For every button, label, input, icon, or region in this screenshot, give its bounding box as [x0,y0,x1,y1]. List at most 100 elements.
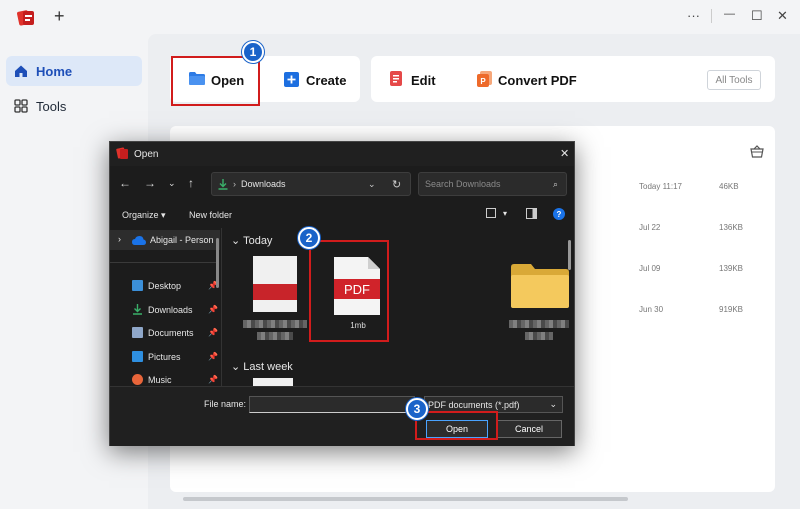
edit-icon [390,71,402,86]
blurred-filename [525,332,553,340]
plus-icon [284,72,299,87]
recent-size: 136KB [719,223,744,232]
search-input[interactable]: Search Downloads ⌕ [418,172,567,196]
create-tile[interactable]: Create [280,62,350,96]
nav-scrollbar[interactable] [216,238,219,288]
pin-icon: 📌 [208,305,218,314]
new-tab-button[interactable]: + [54,6,65,27]
recent-size: 46KB [719,182,739,191]
recent-locations-icon[interactable]: ⌄ [168,178,176,189]
navigation-pane: › Abigail - Person Desktop 📌 Downloads 📌… [110,228,222,386]
step-badge-3: 3 [406,398,428,420]
file-name-input[interactable] [249,396,415,413]
content-scrollbar[interactable] [568,240,571,270]
file-type-value: PDF documents (*.pdf) [428,399,520,410]
highlight-box-pdf-file [309,240,389,342]
nav-item-desktop[interactable]: Desktop 📌 [132,280,218,291]
app-logo-icon [17,10,34,26]
file-thumbnail-band [253,284,297,300]
highlight-box-open-button [415,411,498,440]
dialog-toolbar: Organize ▾ New folder ▾ ? [110,204,574,226]
app-logo-icon [116,147,128,159]
create-label: Create [306,73,347,88]
recent-date: Jul 09 [639,264,661,273]
section-last-week[interactable]: ⌄ Last week [231,360,293,373]
divider [110,262,216,263]
pictures-icon [132,351,143,362]
nav-user-item[interactable]: › Abigail - Person [110,230,220,250]
all-tools-button[interactable]: All Tools [707,70,761,90]
chevron-down-icon[interactable]: ⌄ [368,179,376,190]
nav-item-pictures[interactable]: Pictures 📌 [132,351,218,362]
convert-tile[interactable]: P Convert PDF [474,62,584,96]
convert-label: Convert PDF [498,73,577,88]
recent-date: Jun 30 [639,305,664,314]
address-bar[interactable]: › Downloads ⌄ ↻ [211,172,411,196]
download-icon [218,178,228,190]
step-badge-2: 2 [298,227,320,249]
dialog-close-button[interactable]: ✕ [560,147,569,160]
up-arrow-icon[interactable]: ↑ [188,176,194,190]
dialog-title: Open [134,149,159,160]
nav-item-label: Music [148,374,172,385]
dialog-nav-bar: ← → ⌄ ↑ › Downloads ⌄ ↻ Search Downloads… [110,170,574,200]
help-icon[interactable]: ? [553,208,565,220]
dialog-title-bar: Open ✕ [110,142,574,166]
dialog-footer: File name: PDF documents (*.pdf) ⌄ Open … [110,386,574,446]
close-button[interactable]: ✕ [777,8,788,24]
organize-button[interactable]: Organize ▾ [122,210,166,221]
desktop-icon [132,280,143,291]
recent-size: 919KB [719,305,744,314]
music-icon [132,374,143,385]
section-today[interactable]: ⌄ Today [231,234,272,247]
refresh-icon[interactable]: ↻ [392,178,401,191]
nav-item-documents[interactable]: Documents 📌 [132,327,218,338]
folder-item[interactable] [507,254,573,354]
more-options-button[interactable]: ··· [687,8,700,23]
file-list: ⌄ Today PDF 1mb ⌄ Last week [225,228,574,386]
nav-item-label: Downloads [148,304,193,315]
sidebar-item-tools[interactable]: Tools [6,91,142,121]
convert-icon: P [477,71,492,87]
new-folder-button[interactable]: New folder [189,210,232,220]
horizontal-scrollbar[interactable] [183,497,628,501]
recent-date: Jul 22 [639,223,661,232]
folder-icon [511,264,569,308]
view-options-icon[interactable]: ▾ [503,209,507,218]
edit-label: Edit [411,73,436,88]
pin-icon: 📌 [208,375,218,384]
maximize-button[interactable]: ☐ [751,8,763,24]
recent-size: 139KB [719,264,744,273]
section-label: Today [243,235,273,247]
sidebar-item-label: Home [36,63,73,79]
dialog-cancel-button[interactable]: Cancel [496,420,562,438]
view-icon[interactable] [486,208,496,218]
forward-arrow-icon[interactable]: → [144,176,156,190]
nav-item-label: Pictures [148,351,181,362]
minimize-button[interactable]: — [724,8,735,20]
back-arrow-icon[interactable]: ← [119,176,131,190]
nav-item-label: Desktop [148,280,182,291]
section-label: Last week [243,361,293,373]
chevron-right-icon: › [118,234,121,244]
edit-tile[interactable]: Edit [386,62,446,96]
address-text: Downloads [241,179,286,189]
divider [711,9,712,23]
sidebar-item-home[interactable]: Home [6,56,142,86]
home-icon [14,64,28,78]
basket-icon[interactable] [750,145,764,158]
blurred-filename [243,320,307,328]
download-icon [133,304,142,315]
recent-date: Today 11:17 [639,182,682,191]
file-item[interactable] [243,254,309,354]
organize-label: Organize [122,210,159,220]
search-icon: ⌕ [552,178,558,189]
preview-pane-icon[interactable] [526,208,537,219]
nav-item-music[interactable]: Music 📌 [132,374,218,385]
nav-user-label: Abigail - Person [150,235,214,245]
step-badge-1: 1 [242,41,264,63]
nav-item-downloads[interactable]: Downloads 📌 [132,304,218,315]
chevron-down-icon: ⌄ [549,399,557,409]
grid-icon [14,99,28,113]
blurred-filename [257,332,293,340]
